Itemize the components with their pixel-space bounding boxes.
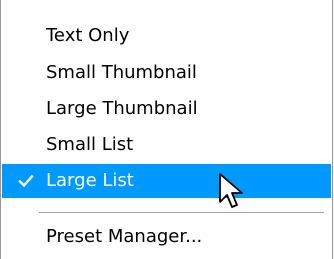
menu-item-large-thumbnail[interactable]: Large Thumbnail (2, 92, 331, 126)
menu-separator (39, 212, 324, 214)
menu-item-label: Preset Manager... (46, 226, 203, 247)
menu-item-label: Small List (46, 134, 134, 155)
view-options-menu: Text Only Small Thumbnail Large Thumbnai… (0, 0, 333, 259)
menu-item-label: Text Only (46, 25, 130, 46)
menu-item-preset-manager[interactable]: Preset Manager... (2, 220, 331, 254)
menu-item-label: Small Thumbnail (46, 62, 197, 83)
menu-item-small-list[interactable]: Small List (2, 128, 331, 162)
mouse-pointer-icon (219, 173, 243, 208)
checkmark-icon (16, 164, 36, 198)
menu-item-label: Large Thumbnail (46, 98, 198, 119)
menu-item-small-thumbnail[interactable]: Small Thumbnail (2, 56, 331, 90)
menu-item-large-list[interactable]: Large List (2, 164, 331, 198)
menu-item-label: Large List (46, 170, 134, 191)
menu-item-text-only[interactable]: Text Only (2, 19, 331, 53)
